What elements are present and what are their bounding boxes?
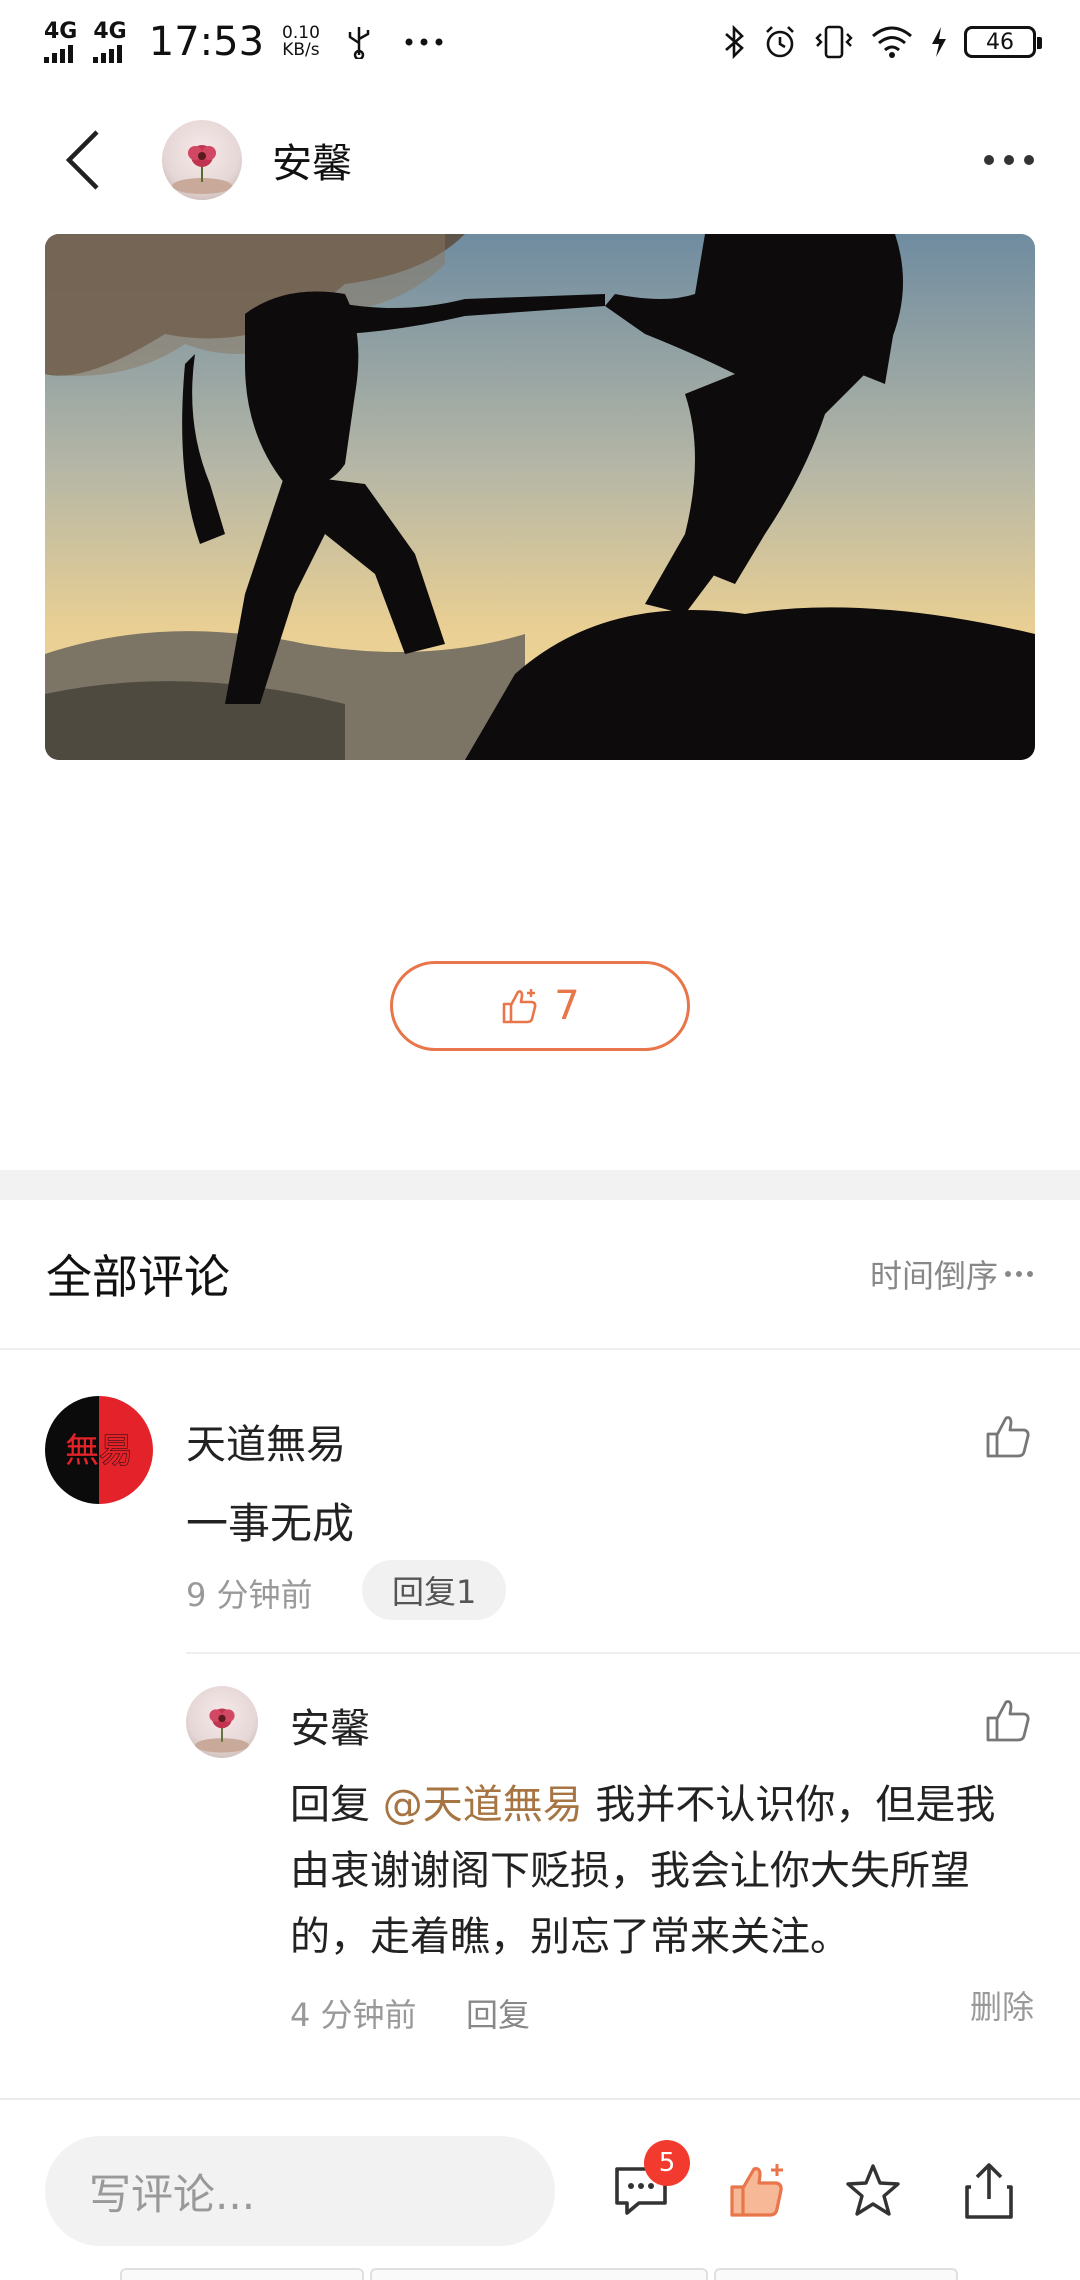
reply-prefix: 回复 <box>290 1782 383 1828</box>
post-like-button[interactable]: 7 <box>390 961 690 1051</box>
signal-label-2: 4G <box>93 19 127 44</box>
comments-title: 全部评论 <box>46 1250 230 1304</box>
chevron-left-icon <box>65 130 99 190</box>
author-avatar[interactable] <box>162 120 242 200</box>
bluetooth-icon <box>725 24 744 60</box>
reply-mention-link[interactable]: @天道無易 <box>383 1782 583 1828</box>
reply-divider <box>186 1652 1080 1654</box>
star-icon <box>846 2164 900 2216</box>
flower-avatar-image <box>172 145 232 194</box>
reply-text: 回复 @天道無易 我并不认识你，但是我由衷谢谢阁下贬损，我会让你大失所望的，走着… <box>290 1772 1030 1970</box>
comment-input[interactable]: 写评论... <box>45 2136 555 2246</box>
share-icon <box>965 2163 1013 2219</box>
section-divider <box>0 1170 1080 1200</box>
wuyi-avatar-image: 無易 <box>45 1396 153 1504</box>
comments-header: 全部评论 时间倒序 <box>0 1200 1080 1350</box>
more-options-button[interactable] <box>984 155 1034 165</box>
reply-author-avatar[interactable] <box>186 1686 258 1758</box>
more-dots-icon <box>1005 1271 1033 1277</box>
sort-order-button[interactable]: 时间倒序 <box>870 1251 1034 1297</box>
share-button[interactable] <box>954 2156 1024 2226</box>
clock: 17:53 <box>148 19 265 65</box>
comment-like-button[interactable] <box>980 1408 1036 1464</box>
thumbs-up-plus-icon <box>502 989 537 1024</box>
favorite-button[interactable] <box>838 2156 908 2226</box>
hikers-silhouette-image <box>45 234 1035 760</box>
reply-like-button[interactable] <box>980 1692 1036 1748</box>
battery-level: 46 <box>986 29 1014 55</box>
comment-count-badge: 5 <box>644 2140 690 2186</box>
comment-input-placeholder: 写评论... <box>89 2169 256 2219</box>
reply-reply-button[interactable]: 回复 <box>466 1990 530 2036</box>
comment-time: 9 分钟前 <box>186 1576 313 1614</box>
signal-bars-icon <box>93 45 123 63</box>
bottom-tab-stubs <box>0 2268 1080 2280</box>
thumbs-up-filled-icon <box>730 2164 783 2217</box>
like-count: 7 <box>554 983 580 1029</box>
more-status-icon <box>405 38 443 46</box>
delete-button[interactable]: 删除 <box>970 1982 1034 2028</box>
back-button[interactable] <box>48 125 118 195</box>
thumbs-up-icon <box>986 1700 1030 1742</box>
like-button[interactable] <box>722 2156 792 2226</box>
status-bar: 4G 4G 17:53 0.10 KB/s 46 <box>0 0 1080 84</box>
wifi-icon <box>872 26 912 58</box>
signal-indicator-2: 4G <box>93 19 127 63</box>
signal-bars-icon <box>44 45 73 63</box>
sort-order-label: 时间倒序 <box>869 1257 998 1295</box>
net-speed: 0.10 KB/s <box>282 25 320 59</box>
comments-button[interactable]: 5 <box>606 2140 690 2226</box>
reply-author-name[interactable]: 安馨 <box>290 1696 370 1754</box>
reply-time: 4 分钟前 <box>290 1996 417 2034</box>
charging-icon <box>932 27 946 57</box>
comment-text: 一事无成 <box>186 1499 355 1548</box>
author-name[interactable]: 安馨 <box>272 131 352 189</box>
header: 安馨 <box>0 100 1080 220</box>
commenter-avatar[interactable]: 無易 <box>45 1396 153 1504</box>
thumbs-up-icon <box>986 1416 1030 1458</box>
view-replies-button[interactable]: 回复1 <box>362 1560 507 1620</box>
post-image[interactable] <box>45 234 1035 760</box>
signal-label-1: 4G <box>44 19 78 44</box>
commenter-name[interactable]: 天道無易 <box>186 1412 346 1470</box>
vibrate-icon <box>815 25 853 59</box>
status-left: 4G 4G 17:53 0.10 KB/s <box>44 19 444 65</box>
signal-indicator-1: 4G <box>44 21 77 63</box>
usb-icon <box>348 27 370 59</box>
bottom-action-bar: 写评论... 5 <box>0 2100 1080 2280</box>
net-speed-unit: KB/s <box>282 40 320 60</box>
alarm-icon <box>766 26 794 58</box>
commenter-avatar-text: 無易 <box>65 1431 133 1471</box>
flower-avatar-image <box>195 1708 249 1753</box>
battery-indicator: 46 <box>964 26 1042 58</box>
status-right: 46 <box>722 24 1042 60</box>
